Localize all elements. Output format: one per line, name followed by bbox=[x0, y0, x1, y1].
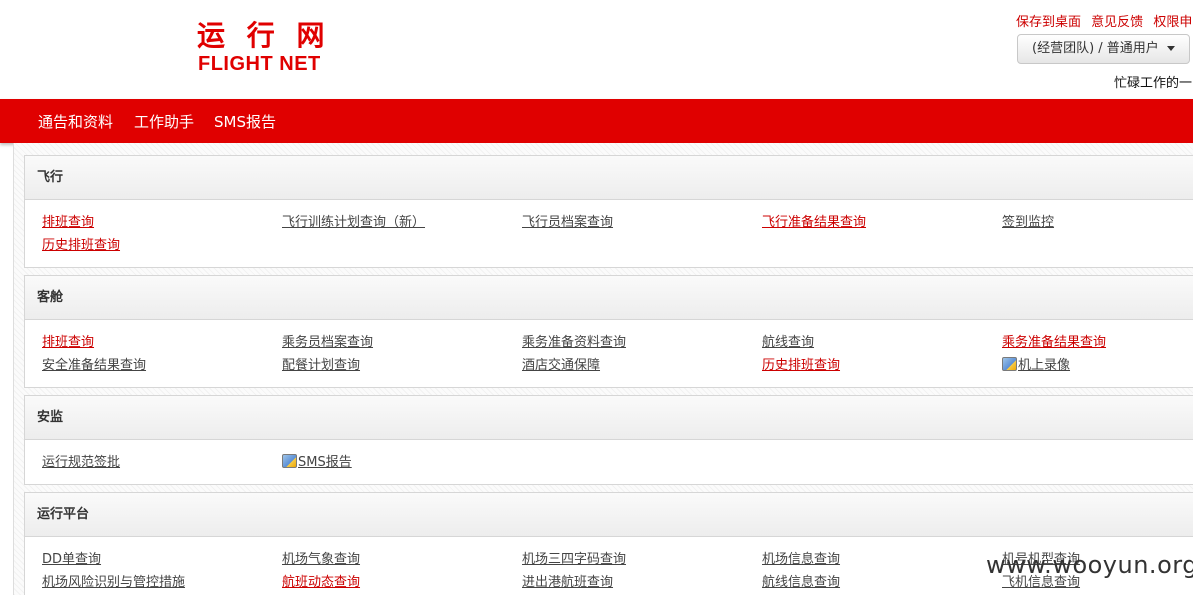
link-ops-spec-approval[interactable]: 运行规范签批 bbox=[42, 451, 120, 470]
user-menu-label: (经营团队) / 普通用户 bbox=[1032, 41, 1159, 56]
section-safety: 安监 运行规范签批 SMS报告 bbox=[24, 395, 1193, 485]
section-title: 运行平台 bbox=[25, 493, 1193, 537]
link-hotel-transport[interactable]: 酒店交通保障 bbox=[522, 354, 600, 373]
link-crew-prep-result[interactable]: 乘务准备结果查询 bbox=[1002, 331, 1106, 350]
link-flight-status[interactable]: 航班动态查询 bbox=[282, 571, 360, 590]
section-ops-platform: 运行平台 DD单查询 机场气象查询 机场三四字码查询 机场信息查询 机号机型查询… bbox=[24, 492, 1193, 595]
scrolling-notice: 忙碌工作的一 bbox=[1114, 76, 1193, 91]
link-training-plan-query[interactable]: 飞行训练计划查询（新） bbox=[282, 211, 425, 230]
save-to-desktop-link[interactable]: 保存到桌面 bbox=[1016, 15, 1081, 30]
top-links: 保存到桌面 意见反馈 权限申 bbox=[1016, 11, 1193, 30]
link-pilot-archive-query[interactable]: 飞行员档案查询 bbox=[522, 211, 613, 230]
nav-notices[interactable]: 通告和资料 bbox=[38, 111, 113, 132]
link-dd-query[interactable]: DD单查询 bbox=[42, 548, 101, 567]
feedback-link[interactable]: 意见反馈 bbox=[1091, 15, 1143, 30]
link-safety-prep-result[interactable]: 安全准备结果查询 bbox=[42, 354, 146, 373]
link-label: 机上录像 bbox=[1018, 358, 1071, 373]
main-nav: 通告和资料 工作助手 SMS报告 bbox=[0, 99, 1193, 143]
link-airport-codes[interactable]: 机场三四字码查询 bbox=[522, 548, 626, 567]
link-roster-query[interactable]: 排班查询 bbox=[42, 331, 94, 350]
link-arrival-departure[interactable]: 进出港航班查询 bbox=[522, 571, 613, 590]
watermark: www.wooyun.org bbox=[986, 551, 1193, 579]
nav-work-assistant[interactable]: 工作助手 bbox=[134, 111, 194, 132]
link-route-query[interactable]: 航线查询 bbox=[762, 331, 814, 350]
caret-down-icon bbox=[1166, 46, 1175, 51]
logo-english: FLIGHT NET bbox=[198, 53, 321, 75]
report-icon bbox=[282, 454, 297, 468]
link-airport-info[interactable]: 机场信息查询 bbox=[762, 548, 840, 567]
link-route-info[interactable]: 航线信息查询 bbox=[762, 571, 840, 590]
link-sms-report[interactable]: SMS报告 bbox=[282, 451, 352, 470]
user-menu-button[interactable]: (经营团队) / 普通用户 bbox=[1017, 34, 1190, 64]
video-icon bbox=[1002, 357, 1017, 371]
link-crew-archive-query[interactable]: 乘务员档案查询 bbox=[282, 331, 373, 350]
section-cabin: 客舱 排班查询 乘务员档案查询 乘务准备资料查询 航线查询 乘务准备结果查询 安… bbox=[24, 275, 1193, 388]
link-history-roster[interactable]: 历史排班查询 bbox=[762, 354, 840, 373]
section-title: 安监 bbox=[25, 396, 1193, 440]
link-onboard-video[interactable]: 机上录像 bbox=[1002, 354, 1070, 373]
link-airport-weather[interactable]: 机场气象查询 bbox=[282, 548, 360, 567]
link-airport-risk[interactable]: 机场风险识别与管控措施 bbox=[42, 571, 185, 590]
link-catering-plan[interactable]: 配餐计划查询 bbox=[282, 354, 360, 373]
link-label: SMS报告 bbox=[298, 455, 352, 470]
section-title: 客舱 bbox=[25, 276, 1193, 320]
link-crew-prep-data[interactable]: 乘务准备资料查询 bbox=[522, 331, 626, 350]
link-roster-query[interactable]: 排班查询 bbox=[42, 211, 94, 230]
section-title: 飞行 bbox=[25, 156, 1193, 200]
section-flight: 飞行 排班查询 飞行训练计划查询（新） 飞行员档案查询 飞行准备结果查询 签到监… bbox=[24, 155, 1193, 268]
nav-sms-report[interactable]: SMS报告 bbox=[214, 111, 276, 132]
page-header: 运 行 网 FLIGHT NET 保存到桌面 意见反馈 权限申 (经营团队) /… bbox=[0, 0, 1193, 99]
permission-link[interactable]: 权限申 bbox=[1153, 15, 1192, 30]
link-flight-prep-result[interactable]: 飞行准备结果查询 bbox=[762, 211, 866, 230]
main-content: 飞行 排班查询 飞行训练计划查询（新） 飞行员档案查询 飞行准备结果查询 签到监… bbox=[13, 143, 1193, 595]
link-checkin-monitor[interactable]: 签到监控 bbox=[1002, 211, 1054, 230]
link-history-roster[interactable]: 历史排班查询 bbox=[42, 234, 120, 253]
logo-chinese: 运 行 网 bbox=[197, 19, 331, 52]
